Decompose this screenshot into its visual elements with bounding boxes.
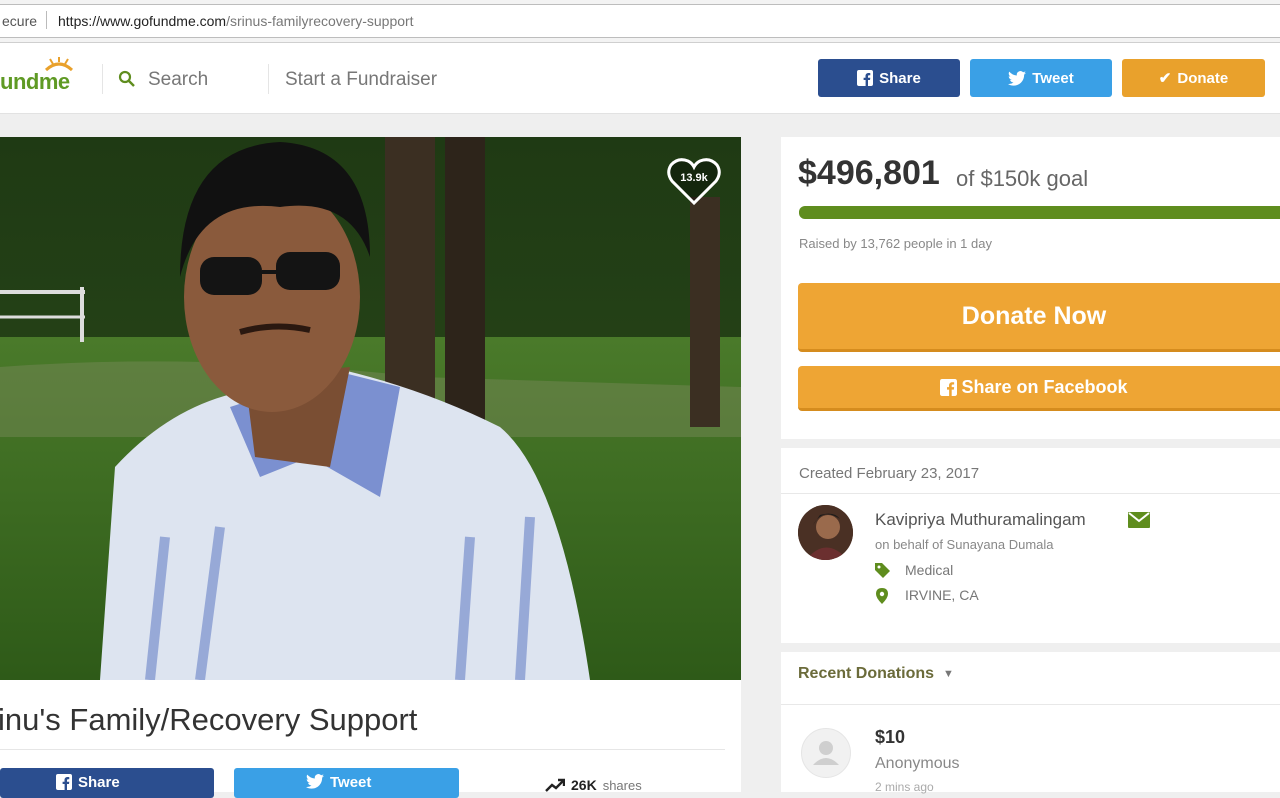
donate-now-button[interactable]: Donate Now (798, 283, 1280, 352)
url-separator (46, 11, 47, 29)
header-donate-label: Donate (1177, 69, 1229, 87)
caret-down-icon[interactable]: ▼ (943, 668, 954, 680)
facebook-icon (857, 70, 874, 86)
campaign-share-label: Share (78, 774, 120, 791)
organizer-avatar[interactable] (798, 505, 853, 560)
url-host: https://www.gofundme.com (58, 13, 227, 29)
header-share-label: Share (879, 69, 921, 87)
campaign-photo (0, 137, 741, 680)
campaign-tweet-label: Tweet (330, 774, 372, 791)
beneficiary-text: on behalf of Sunayana Dumala (875, 537, 1054, 552)
divider (781, 493, 1280, 494)
location-text: IRVINE, CA (905, 587, 979, 603)
checkmark-icon: ✔ (1158, 70, 1172, 87)
share-on-facebook-button[interactable]: Share on Facebook (798, 366, 1280, 411)
header-share-button[interactable]: Share (818, 59, 960, 97)
tag-icon (875, 563, 890, 578)
shares-count: 26K shares (545, 777, 642, 793)
shares-label: shares (602, 777, 642, 793)
shares-number: 26K (571, 777, 597, 793)
photo-illustration (0, 137, 741, 680)
start-fundraiser-link[interactable]: Start a Fundraiser (285, 69, 437, 91)
location-pin-icon (876, 588, 888, 604)
header-divider (102, 64, 103, 94)
divider (781, 704, 1280, 705)
donor-avatar (801, 728, 851, 778)
header-divider (268, 64, 269, 94)
gofundme-logo[interactable]: undme (0, 69, 70, 95)
search-icon[interactable] (118, 70, 136, 88)
trending-icon (545, 778, 565, 792)
progress-bar-fill (799, 206, 1280, 219)
mail-icon[interactable] (1128, 512, 1150, 528)
donor-name: Anonymous (875, 755, 960, 772)
twitter-icon (306, 774, 324, 789)
url-text[interactable]: https://www.gofundme.com/srinus-familyre… (58, 13, 414, 29)
raised-by-text: Raised by 13,762 people in 1 day (799, 236, 992, 251)
organizer-name[interactable]: Kavipriya Muthuramalingam (875, 510, 1086, 530)
heart-count: 13.9k (680, 172, 708, 184)
secure-label: ecure (2, 13, 38, 29)
campaign-tweet-button[interactable]: Tweet (234, 768, 459, 798)
campaign-title: inu's Family/Recovery Support (0, 702, 418, 737)
facebook-icon (940, 378, 958, 396)
twitter-icon (1008, 70, 1027, 86)
amount-raised: $496,801 (798, 154, 940, 192)
url-path: /srinus-familyrecovery-support (226, 13, 414, 29)
recent-donations-toggle[interactable]: Recent Donations (798, 665, 934, 683)
divider (0, 749, 725, 750)
header-tweet-label: Tweet (1032, 69, 1074, 87)
search-link[interactable]: Search (148, 69, 208, 91)
header-tweet-button[interactable]: Tweet (970, 59, 1112, 97)
progress-bar (799, 206, 1280, 219)
campaign-share-button[interactable]: Share (0, 768, 214, 798)
facebook-icon (56, 774, 72, 790)
share-on-facebook-label: Share on Facebook (961, 376, 1128, 397)
header-donate-button[interactable]: ✔ Donate (1122, 59, 1265, 97)
donation-amount: $10 (875, 727, 906, 747)
goal-text: of $150k goal (956, 166, 1089, 191)
person-icon (813, 741, 839, 765)
created-date: Created February 23, 2017 (799, 465, 980, 482)
category-link[interactable]: Medical (905, 562, 953, 578)
